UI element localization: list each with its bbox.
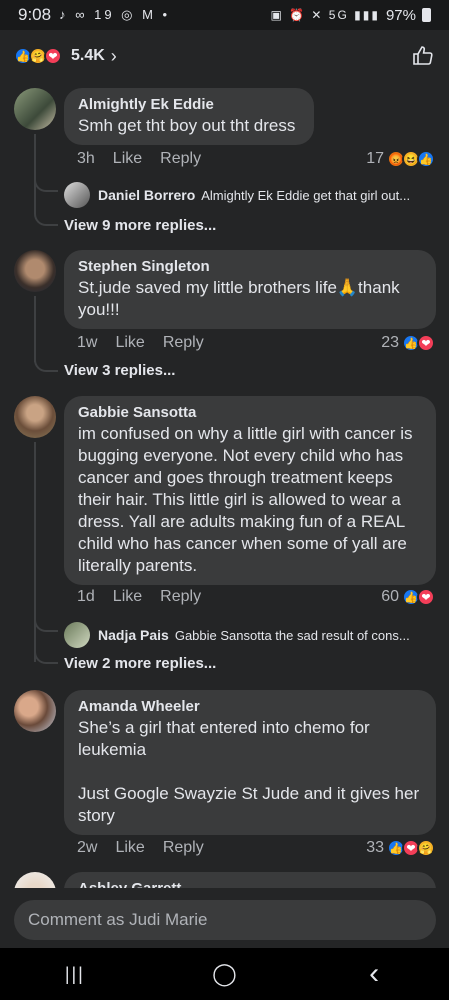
love-reaction-icon: ❤ <box>417 588 435 606</box>
comment-time[interactable]: 3h <box>77 150 95 168</box>
reactions-summary[interactable]: 👍 🤗 ❤ 5.4K › <box>0 30 449 82</box>
comment-reactions[interactable]: 23 👍 ❤ <box>381 334 435 352</box>
comment-reaction-count: 60 <box>381 588 399 605</box>
back-icon[interactable]: ‹ <box>344 957 404 991</box>
care-reaction-icon: 🤗 <box>417 839 435 857</box>
comment-time[interactable]: 2w <box>77 839 97 857</box>
avatar[interactable] <box>14 396 56 438</box>
reply-avatar <box>64 182 90 208</box>
avatar[interactable] <box>14 690 56 732</box>
comment-bubble: Stephen Singleton St.jude saved my littl… <box>64 250 436 329</box>
like-button[interactable]: Like <box>113 588 142 606</box>
comment-reactions[interactable]: 60 👍 ❤ <box>381 588 435 606</box>
reply-button[interactable]: Reply <box>160 150 201 168</box>
reaction-emojis: 👍 🤗 ❤ <box>14 47 62 65</box>
comment-actions: 2w Like Reply <box>77 839 204 857</box>
chevron-right-icon[interactable]: › <box>111 46 117 67</box>
reply-button[interactable]: Reply <box>163 839 204 857</box>
system-nav-bar: ||| ◯ ‹ <box>0 948 449 1000</box>
reply-preview[interactable]: Nadja Pais Gabbie Sansotta the sad resul… <box>64 622 434 648</box>
comment-reactions[interactable]: 33 👍 ❤ 🤗 <box>366 839 435 857</box>
thread-connector <box>34 360 58 372</box>
like-button[interactable]: Like <box>115 839 144 857</box>
reply-button[interactable]: Reply <box>160 588 201 606</box>
battery-icon <box>422 8 431 22</box>
view-more-replies[interactable]: View 2 more replies... <box>64 655 216 672</box>
like-reaction-icon: 👍 <box>417 150 435 168</box>
comment: Stephen Singleton St.jude saved my littl… <box>0 250 449 380</box>
notification-icons: ♪ ∞ 19 ◎ M • <box>59 7 171 22</box>
battery-percent: 97% <box>385 6 416 24</box>
reply-text: Almightly Ek Eddie get that girl out... <box>201 187 411 203</box>
status-time: 9:08 <box>18 5 52 24</box>
reply-avatar <box>64 622 90 648</box>
comment-composer <box>0 888 449 948</box>
reply-preview[interactable]: Daniel Borrero Almightly Ek Eddie get th… <box>64 182 434 208</box>
comment-bubble: Amanda Wheeler She’s a girl that entered… <box>64 690 436 835</box>
thread-line <box>34 296 36 362</box>
view-more-replies[interactable]: View 9 more replies... <box>64 217 216 234</box>
comment-reaction-count: 33 <box>366 839 384 856</box>
avatar[interactable] <box>14 250 56 292</box>
thread-connector <box>34 214 58 226</box>
comment-text: St.jude saved my little brothers life🙏th… <box>78 278 405 319</box>
recent-apps-icon[interactable]: ||| <box>45 964 105 985</box>
comment-reaction-count: 17 <box>366 150 384 167</box>
comment-author[interactable]: Gabbie Sansotta <box>78 404 422 421</box>
view-more-replies[interactable]: View 3 replies... <box>64 362 175 379</box>
thread-connector <box>34 620 58 632</box>
comment: Amanda Wheeler She’s a girl that entered… <box>0 690 449 865</box>
comment: Almightly Ek Eddie Smh get tht boy out t… <box>0 88 449 238</box>
status-bar: 9:08 ♪ ∞ 19 ◎ M • ▣ ⏰ ✕ 5G ▮▮▮ 97% <box>0 0 449 30</box>
avatar[interactable] <box>14 88 56 130</box>
thread-connector <box>34 180 58 192</box>
comment-time[interactable]: 1d <box>77 588 95 606</box>
comment-actions: 1d Like Reply <box>77 588 201 606</box>
system-icons: ▣ ⏰ ✕ 5G ▮▮▮ <box>270 8 380 22</box>
comment-reactions[interactable]: 17 😡 😆 👍 <box>366 150 435 168</box>
comment-time[interactable]: 1w <box>77 334 97 352</box>
comment-actions: 1w Like Reply <box>77 334 204 352</box>
love-reaction-icon: ❤ <box>44 47 62 65</box>
like-button[interactable]: Like <box>113 150 142 168</box>
like-button[interactable]: Like <box>115 334 144 352</box>
comment: Gabbie Sansotta im confused on why a lit… <box>0 396 449 676</box>
comment-bubble: Gabbie Sansotta im confused on why a lit… <box>64 396 436 585</box>
comment-author[interactable]: Amanda Wheeler <box>78 698 422 715</box>
love-reaction-icon: ❤ <box>417 334 435 352</box>
comment-bubble: Ashley Garrett <box>64 872 436 888</box>
comment-text: im confused on why a little girl with ca… <box>78 424 418 575</box>
comment-author[interactable]: Stephen Singleton <box>78 258 422 275</box>
reply-text: Gabbie Sansotta the sad result of cons..… <box>174 627 410 643</box>
comment-author[interactable]: Ashley Garrett <box>78 880 422 888</box>
thread-line <box>34 134 36 214</box>
reply-author: Daniel Borrero <box>98 187 196 203</box>
status-right: ▣ ⏰ ✕ 5G ▮▮▮ 97% <box>270 7 431 24</box>
thread-line <box>34 442 36 662</box>
comment-text: She’s a girl that entered into chemo for… <box>78 718 420 825</box>
avatar[interactable] <box>14 872 56 888</box>
reply-button[interactable]: Reply <box>163 334 204 352</box>
comment-input[interactable] <box>14 900 436 940</box>
comment-bubble: Almightly Ek Eddie Smh get tht boy out t… <box>64 88 314 145</box>
home-icon[interactable]: ◯ <box>194 961 254 987</box>
comment-author[interactable]: Almightly Ek Eddie <box>78 96 300 113</box>
reaction-count: 5.4K <box>71 47 105 64</box>
comment-reaction-count: 23 <box>381 334 399 351</box>
comment: Ashley Garrett <box>0 872 449 888</box>
like-outline-icon[interactable] <box>411 44 435 68</box>
comment-actions: 3h Like Reply <box>77 150 201 168</box>
reply-author: Nadja Pais <box>98 627 169 643</box>
thread-connector <box>34 652 58 664</box>
comment-text: Smh get tht boy out tht dress <box>78 116 296 135</box>
